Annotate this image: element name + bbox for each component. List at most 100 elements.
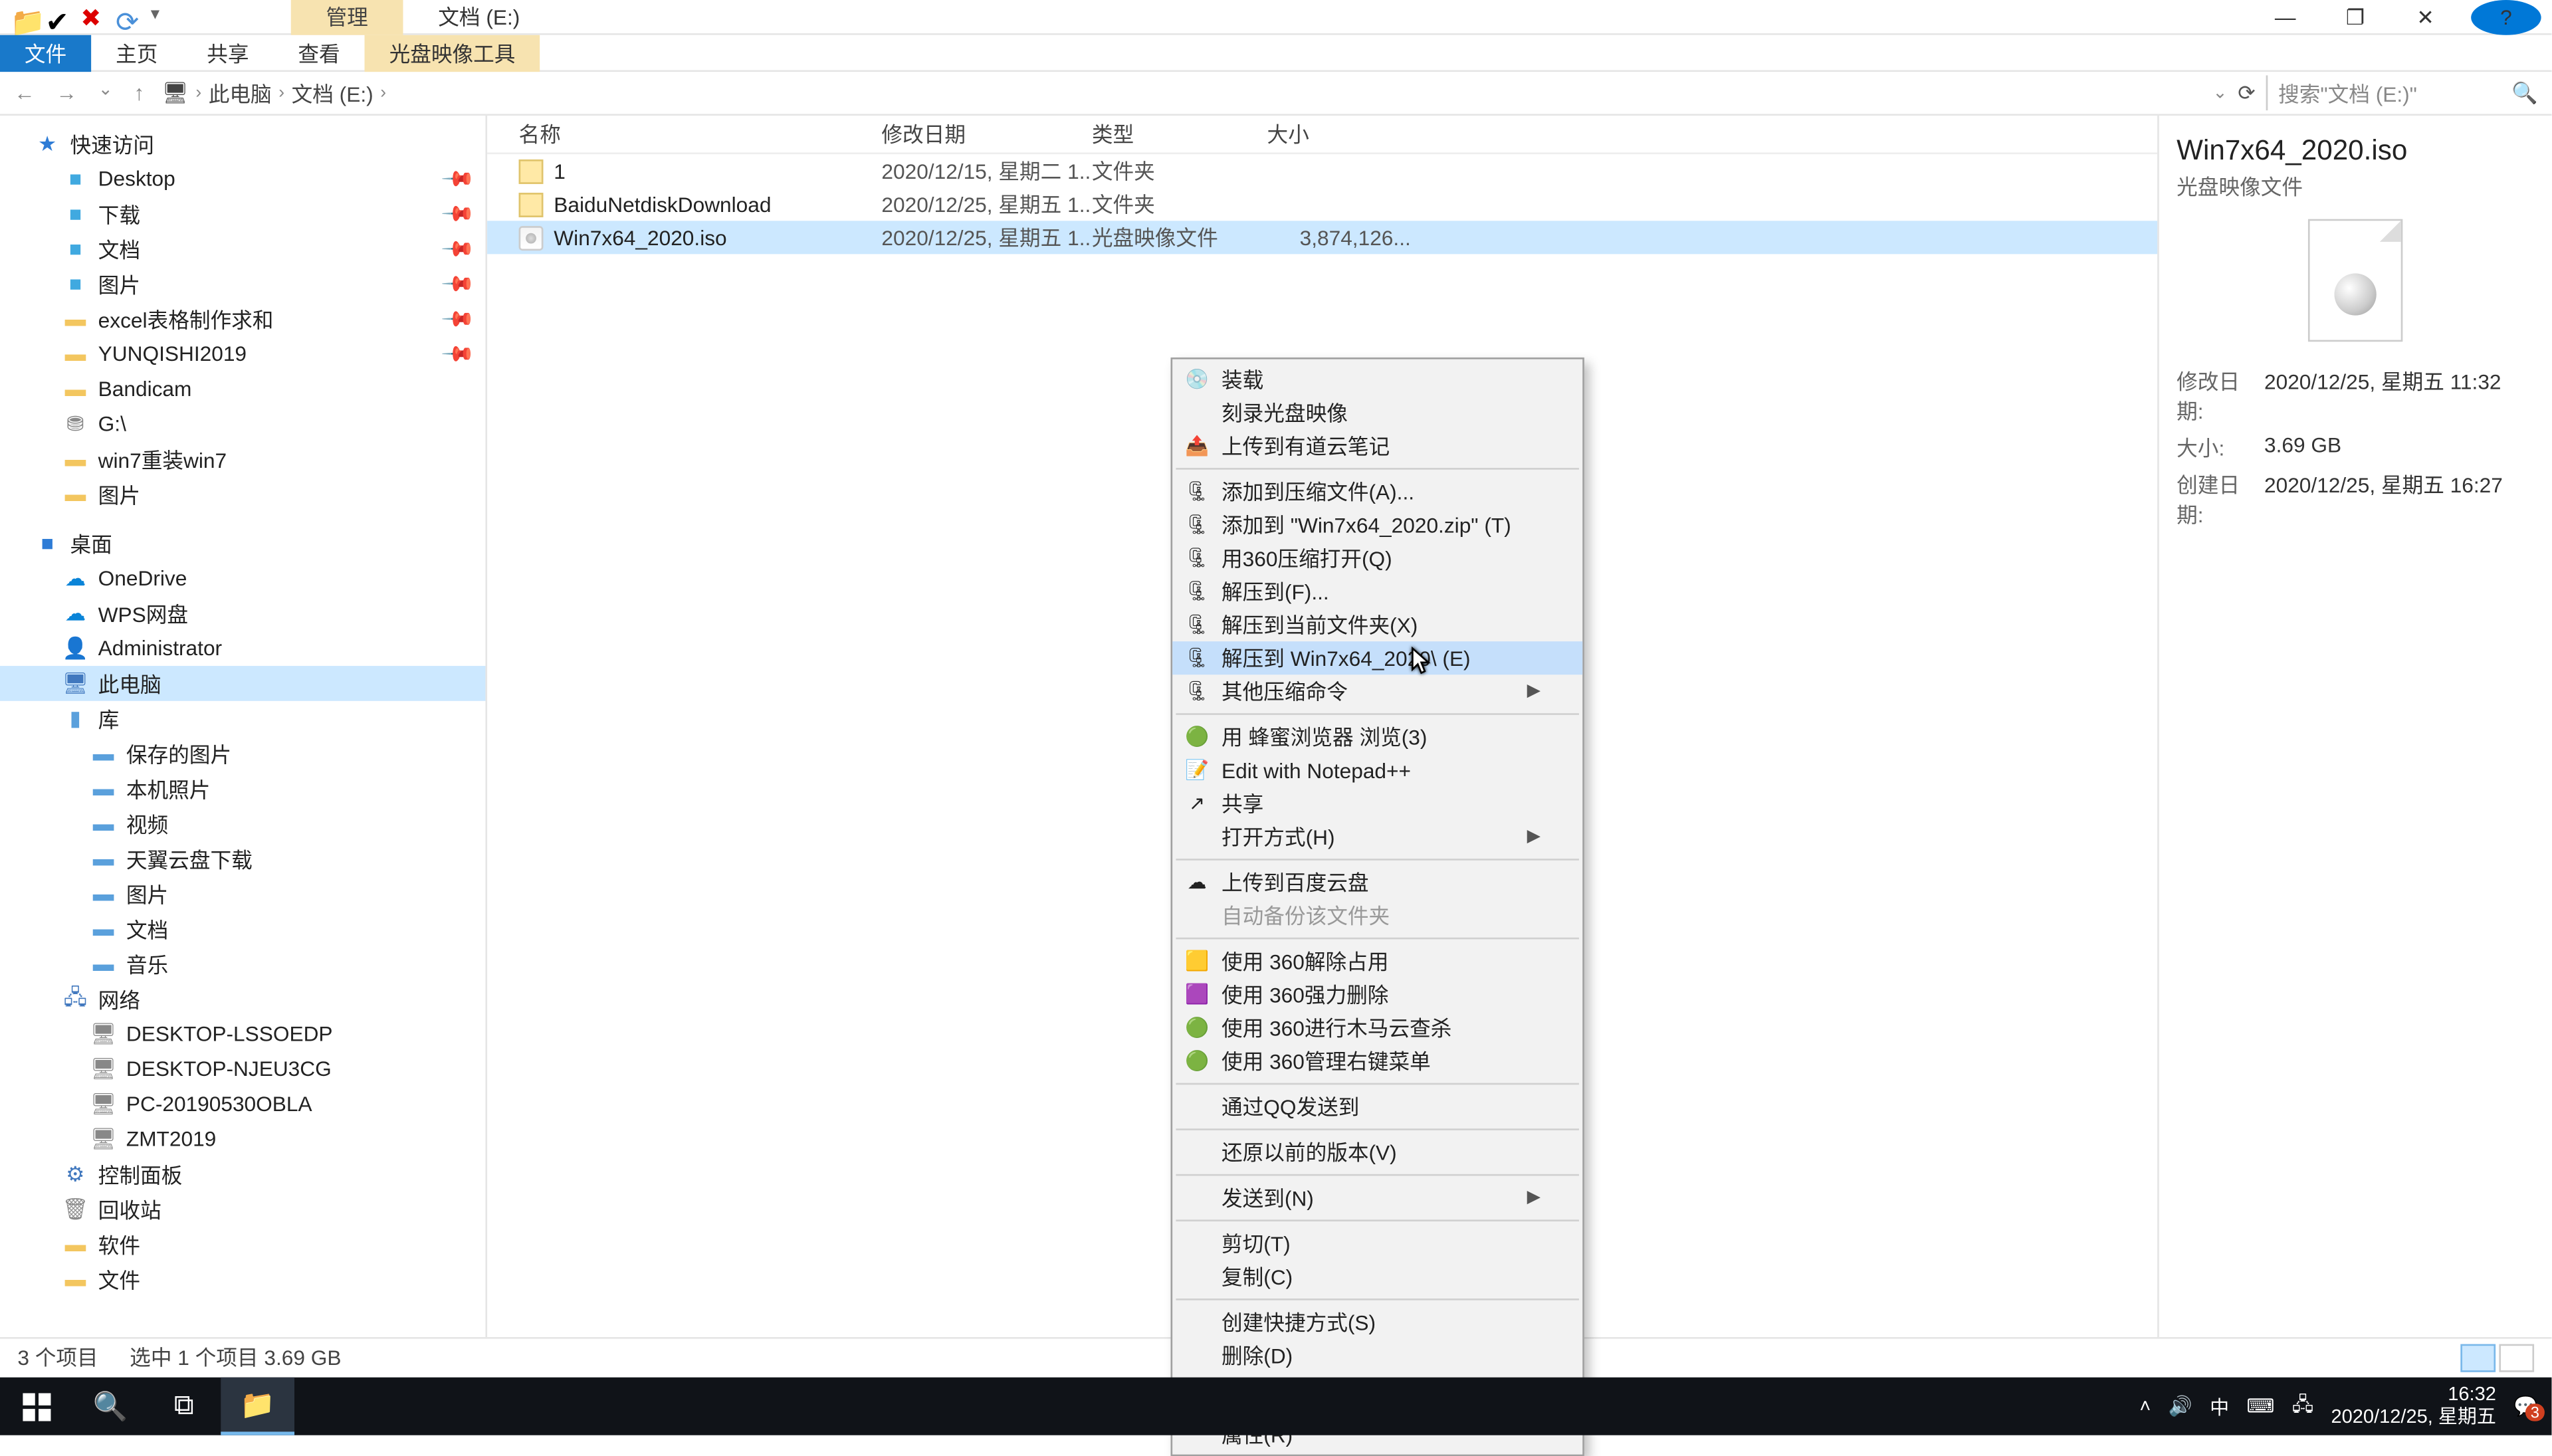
- tree-item-downloads[interactable]: ■下载📌: [0, 196, 485, 231]
- clock[interactable]: 16:32 2020/12/25, 星期五: [2331, 1384, 2496, 1429]
- col-name[interactable]: 名称: [487, 119, 881, 149]
- file-row[interactable]: 1 2020/12/15, 星期二 1... 文件夹: [487, 154, 2157, 187]
- menu-item[interactable]: 通过QQ发送到: [1172, 1090, 1582, 1123]
- start-button[interactable]: [0, 1378, 74, 1435]
- ribbon-tab-disc-tools[interactable]: 光盘映像工具: [365, 34, 540, 70]
- navigation-tree[interactable]: ★快速访问 ■Desktop📌 ■下载📌 ■文档📌 ■图片📌 ▬excel表格制…: [0, 116, 487, 1337]
- tree-item[interactable]: ⛃G:\: [0, 407, 485, 442]
- menu-item[interactable]: 📤上传到有道云笔记: [1172, 429, 1582, 463]
- menu-item[interactable]: 🗜解压到(F)...: [1172, 575, 1582, 608]
- tree-item[interactable]: 🖥DESKTOP-NJEU3CG: [0, 1051, 485, 1087]
- minimize-button[interactable]: —: [2250, 0, 2320, 34]
- menu-item[interactable]: 刻录光盘映像: [1172, 396, 1582, 429]
- col-modified[interactable]: 修改日期: [881, 119, 1091, 149]
- taskbar[interactable]: 🔍 ⧉ 📁 ˄ 🔊 中 ⌨ 🖧 16:32 2020/12/25, 星期五 💬3: [0, 1378, 2551, 1435]
- menu-item[interactable]: 🟢使用 360进行木马云查杀: [1172, 1011, 1582, 1045]
- menu-item[interactable]: 🟢用 蜂蜜浏览器 浏览(3): [1172, 720, 1582, 754]
- keyboard-icon[interactable]: ⌨: [2247, 1395, 2275, 1417]
- tree-item[interactable]: ▬YUNQISHI2019📌: [0, 336, 485, 371]
- contextual-tab-manage[interactable]: 管理: [291, 0, 403, 35]
- nav-history-dropdown[interactable]: ⌄: [98, 80, 113, 105]
- menu-item[interactable]: 🗜解压到当前文件夹(X): [1172, 608, 1582, 641]
- tree-desktop[interactable]: ■桌面: [0, 526, 485, 561]
- nav-forward-button[interactable]: →: [56, 80, 77, 105]
- crumb-location[interactable]: 文档 (E:): [292, 78, 373, 108]
- tree-quick-access[interactable]: ★快速访问: [0, 126, 485, 161]
- tree-item[interactable]: ▬音乐: [0, 946, 485, 982]
- tree-item[interactable]: ▬软件: [0, 1227, 485, 1262]
- qat-save-icon[interactable]: ✔: [46, 5, 70, 29]
- tree-item-user[interactable]: 👤Administrator: [0, 631, 485, 666]
- action-center-icon[interactable]: 💬3: [2513, 1395, 2537, 1417]
- system-tray[interactable]: ˄ 🔊 中 ⌨ 🖧 16:32 2020/12/25, 星期五 💬3: [2139, 1384, 2551, 1429]
- tree-item[interactable]: ▬图片: [0, 476, 485, 512]
- tree-item-onedrive[interactable]: ☁OneDrive: [0, 561, 485, 596]
- menu-item[interactable]: 还原以前的版本(V): [1172, 1136, 1582, 1169]
- ribbon-tab-share[interactable]: 共享: [182, 34, 273, 70]
- menu-item[interactable]: 复制(C): [1172, 1260, 1582, 1293]
- task-view-button[interactable]: ⧉: [148, 1378, 221, 1435]
- crumb-pc[interactable]: 此电脑: [209, 78, 272, 108]
- ime-icon[interactable]: 中: [2210, 1392, 2229, 1420]
- tree-item[interactable]: ▬天翼云盘下载: [0, 841, 485, 877]
- tree-item[interactable]: 🖥DESKTOP-LSSOEDP: [0, 1016, 485, 1051]
- ribbon-tab-home[interactable]: 主页: [91, 34, 182, 70]
- menu-item[interactable]: 🟨使用 360解除占用: [1172, 944, 1582, 978]
- menu-item[interactable]: 剪切(T): [1172, 1227, 1582, 1260]
- tree-item-network[interactable]: 🖧网络: [0, 982, 485, 1017]
- menu-item[interactable]: 📝Edit with Notepad++: [1172, 754, 1582, 787]
- menu-item[interactable]: 💿装载: [1172, 363, 1582, 396]
- close-button[interactable]: ✕: [2391, 0, 2460, 34]
- tree-item[interactable]: 🖥ZMT2019: [0, 1122, 485, 1157]
- tree-item-this-pc[interactable]: 🖥此电脑: [0, 666, 485, 701]
- tree-item[interactable]: ▬win7重装win7: [0, 442, 485, 477]
- col-type[interactable]: 类型: [1092, 119, 1267, 149]
- qat-close-icon[interactable]: ✖: [80, 5, 105, 29]
- volume-icon[interactable]: 🔊: [2169, 1395, 2192, 1417]
- search-icon[interactable]: 🔍: [2511, 80, 2537, 105]
- maximize-button[interactable]: ❐: [2320, 0, 2390, 34]
- col-size[interactable]: 大小: [1267, 119, 1425, 149]
- tree-item[interactable]: ▬excel表格制作求和📌: [0, 302, 485, 337]
- menu-item[interactable]: 删除(D): [1172, 1339, 1582, 1372]
- tree-item-pictures[interactable]: ■图片📌: [0, 266, 485, 302]
- search-button[interactable]: 🔍: [74, 1378, 148, 1435]
- refresh-icon[interactable]: ⟳: [2238, 80, 2256, 105]
- tray-up-icon[interactable]: ˄: [2139, 1396, 2151, 1417]
- file-list[interactable]: 名称 修改日期 类型 大小 1 2020/12/15, 星期二 1... 文件夹…: [487, 116, 2157, 1337]
- network-icon[interactable]: 🖧: [2292, 1390, 2313, 1423]
- tree-item-libraries[interactable]: ▮库: [0, 701, 485, 736]
- search-input[interactable]: 搜索"文档 (E:)" 🔍: [2266, 75, 2538, 110]
- nav-up-button[interactable]: ↑: [134, 80, 144, 105]
- tree-item-wps[interactable]: ☁WPS网盘: [0, 596, 485, 631]
- menu-item[interactable]: 发送到(N)▶: [1172, 1181, 1582, 1214]
- file-row[interactable]: BaiduNetdiskDownload 2020/12/25, 星期五 1..…: [487, 187, 2157, 221]
- tree-item[interactable]: ▬文件: [0, 1262, 485, 1297]
- tree-item-control-panel[interactable]: ⚙控制面板: [0, 1156, 485, 1192]
- nav-back-button[interactable]: ←: [14, 80, 35, 105]
- tree-item-recycle-bin[interactable]: 🗑回收站: [0, 1192, 485, 1227]
- qat-dropdown-icon[interactable]: ▾: [151, 5, 175, 29]
- tree-item[interactable]: ▬图片: [0, 877, 485, 912]
- help-button[interactable]: ?: [2471, 0, 2541, 34]
- menu-item[interactable]: 创建快捷方式(S): [1172, 1306, 1582, 1339]
- chevron-right-icon[interactable]: ›: [380, 83, 386, 102]
- menu-item[interactable]: 🗜其他压缩命令▶: [1172, 675, 1582, 708]
- menu-item[interactable]: 🗜解压到 Win7x64_2020\ (E): [1172, 641, 1582, 675]
- tree-item-documents[interactable]: ■文档📌: [0, 231, 485, 266]
- menu-item[interactable]: ☁上传到百度云盘: [1172, 866, 1582, 899]
- tree-item[interactable]: ▬本机照片: [0, 771, 485, 806]
- tree-item[interactable]: ▬视频: [0, 806, 485, 841]
- tree-item[interactable]: ▬文档: [0, 911, 485, 946]
- taskbar-explorer[interactable]: 📁: [221, 1378, 294, 1435]
- file-row-selected[interactable]: Win7x64_2020.iso 2020/12/25, 星期五 1... 光盘…: [487, 221, 2157, 254]
- menu-item[interactable]: 🗜添加到 "Win7x64_2020.zip" (T): [1172, 508, 1582, 542]
- tree-item-desktop[interactable]: ■Desktop📌: [0, 161, 485, 197]
- chevron-right-icon[interactable]: ›: [278, 83, 284, 102]
- menu-item[interactable]: 🟪使用 360强力删除: [1172, 978, 1582, 1011]
- menu-item[interactable]: 打开方式(H)▶: [1172, 820, 1582, 853]
- ribbon-tab-file[interactable]: 文件: [0, 34, 91, 70]
- chevron-right-icon[interactable]: ›: [195, 83, 201, 102]
- column-headers[interactable]: 名称 修改日期 类型 大小: [487, 116, 2157, 154]
- menu-item[interactable]: ↗共享: [1172, 787, 1582, 820]
